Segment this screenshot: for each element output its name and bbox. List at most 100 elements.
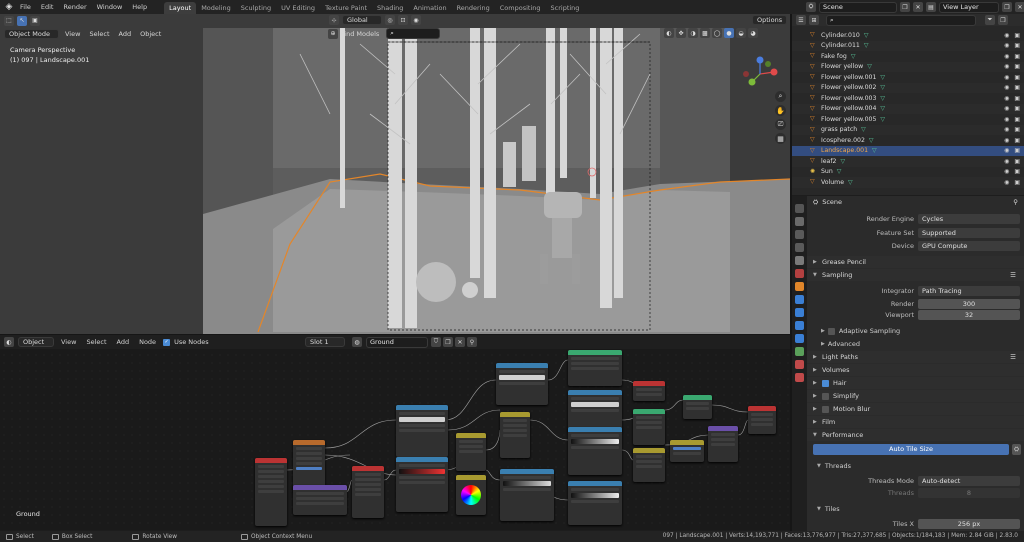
outliner-row[interactable]: ▽ Flower yellow.005 ▽ ◉ ▣ [792, 114, 1024, 125]
render-camera-icon[interactable]: ▣ [1014, 84, 1020, 91]
node-editor-type-icon[interactable]: ◐ [4, 337, 14, 347]
outliner-type-icon[interactable]: ☰ [796, 15, 806, 25]
scene-icon[interactable]: ⛭ [806, 2, 816, 12]
shading-rendered-icon[interactable]: ◕ [748, 28, 758, 38]
filter-icon[interactable]: ⏷ [985, 15, 995, 25]
outliner-row[interactable]: ▽ Fake fog ▽ ◉ ▣ [792, 51, 1024, 62]
render-camera-icon[interactable]: ▣ [1014, 168, 1020, 175]
texture-tab-icon[interactable] [795, 373, 804, 382]
visibility-eye-icon[interactable]: ◉ [1004, 105, 1009, 112]
pin-icon[interactable]: ⚲ [467, 337, 477, 347]
threads-mode-dropdown[interactable]: Auto-detect [918, 476, 1020, 486]
outliner-row[interactable]: ▽ Flower yellow.001 ▽ ◉ ▣ [792, 72, 1024, 83]
new-collection-icon[interactable]: ❐ [998, 15, 1008, 25]
visibility-icon[interactable]: ◐ [664, 28, 674, 38]
view-layer-tab-icon[interactable] [795, 243, 804, 252]
render-camera-icon[interactable]: ▣ [1014, 53, 1020, 60]
panel-motion-blur[interactable]: ▶ Motion Blur [807, 403, 1024, 415]
unlink-material-icon[interactable]: ✕ [455, 337, 465, 347]
viewport-menu-add[interactable]: Add [116, 30, 135, 38]
render-camera-icon[interactable]: ▣ [1014, 95, 1020, 102]
menu-window[interactable]: Window [92, 0, 128, 14]
visibility-eye-icon[interactable]: ◉ [1004, 137, 1009, 144]
viewport-menu-select[interactable]: Select [86, 30, 112, 38]
viewport-menu-view[interactable]: View [62, 30, 83, 38]
viewport-samples-field[interactable]: 32 [918, 310, 1020, 320]
output-tab-icon[interactable] [795, 230, 804, 239]
outliner-row-selected[interactable]: ▽ Landscape.001 ▽ ◉ ▣ [792, 145, 1024, 156]
render-camera-icon[interactable]: ▣ [1014, 105, 1020, 112]
panel-performance[interactable]: ▼ Performance [807, 429, 1024, 441]
render-camera-icon[interactable]: ▣ [1014, 137, 1020, 144]
tiles-x-field[interactable]: 256 px [918, 519, 1020, 529]
outliner-row[interactable]: ▽ Flower yellow.002 ▽ ◉ ▣ [792, 82, 1024, 93]
outliner-row[interactable]: ▽ Flower yellow.004 ▽ ◉ ▣ [792, 103, 1024, 114]
material-tab-icon[interactable] [795, 360, 804, 369]
render-camera-icon[interactable]: ▣ [1014, 32, 1020, 39]
node-color-wheel[interactable] [456, 475, 486, 515]
visibility-eye-icon[interactable]: ◉ [1004, 42, 1009, 49]
proportional-edit-icon[interactable]: ◉ [411, 15, 421, 25]
scene-tab-icon[interactable] [795, 256, 804, 265]
modifier-icon[interactable]: ▽ [880, 84, 885, 91]
node-menu-select[interactable]: Select [83, 338, 109, 346]
menu-help[interactable]: Help [127, 0, 152, 14]
modifier-icon[interactable]: ▽ [867, 63, 872, 70]
use-nodes-checkbox[interactable]: ✓ [163, 338, 171, 346]
render-camera-icon[interactable]: ▣ [1014, 116, 1020, 123]
node-color-ramp-4[interactable] [500, 469, 554, 521]
node-color-ramp-5[interactable] [568, 390, 622, 432]
outliner-row[interactable]: ▽ Cylinder.011 ▽ ◉ ▣ [792, 40, 1024, 51]
modifier-icon[interactable]: ▽ [880, 95, 885, 102]
modifier-icon[interactable]: ▽ [864, 32, 869, 39]
node-menu-view[interactable]: View [58, 338, 79, 346]
perspective-toggle-icon[interactable]: ▦ [775, 133, 786, 144]
tab-rendering[interactable]: Rendering [452, 2, 495, 14]
node-material-output[interactable] [748, 406, 776, 434]
tool-tab-icon[interactable] [795, 204, 804, 213]
render-camera-icon[interactable]: ▣ [1014, 42, 1020, 49]
menu-edit[interactable]: Edit [36, 0, 59, 14]
tab-layout[interactable]: Layout [164, 1, 197, 14]
outliner-row[interactable]: ▽ Flower yellow ▽ ◉ ▣ [792, 61, 1024, 72]
panel-light-paths[interactable]: ▶ Light Paths ☰ [807, 351, 1024, 363]
node-color-ramp-7[interactable] [568, 481, 622, 525]
render-camera-icon[interactable]: ▣ [1014, 74, 1020, 81]
modifier-icon[interactable]: ▽ [848, 179, 853, 186]
modifier-icon[interactable]: ▽ [869, 137, 874, 144]
visibility-eye-icon[interactable]: ◉ [1004, 168, 1009, 175]
shading-wireframe-icon[interactable]: ◯ [712, 28, 722, 38]
modifier-icon[interactable]: ▽ [837, 168, 842, 175]
node-add-shader[interactable] [683, 395, 712, 419]
node-principled-bsdf[interactable] [568, 350, 622, 386]
outliner-row[interactable]: ▽ leaf2 ▽ ◉ ▣ [792, 156, 1024, 167]
particles-tab-icon[interactable] [795, 308, 804, 317]
node-vector-math[interactable] [293, 485, 347, 515]
new-view-layer-icon[interactable]: ❐ [1002, 2, 1012, 12]
modifier-tab-icon[interactable] [795, 295, 804, 304]
select-tool-icon[interactable]: ↖ [17, 15, 27, 26]
panel-grease-pencil[interactable]: ▶ Grease Pencil [807, 256, 1024, 268]
tab-texture-paint[interactable]: Texture Paint [320, 2, 372, 14]
tab-modeling[interactable]: Modeling [196, 2, 236, 14]
transform-orientation-dropdown[interactable]: Global [342, 15, 382, 25]
tab-uv-editing[interactable]: UV Editing [276, 2, 320, 14]
node-color-ramp-3[interactable] [496, 363, 548, 405]
render-tab-icon[interactable] [795, 217, 804, 226]
tab-animation[interactable]: Animation [408, 2, 451, 14]
hair-checkbox[interactable] [822, 379, 829, 387]
visibility-eye-icon[interactable]: ◉ [1004, 116, 1009, 123]
modifier-icon[interactable]: ▽ [864, 42, 869, 49]
tab-sculpting[interactable]: Sculpting [236, 2, 276, 14]
feature-set-dropdown[interactable]: Supported [918, 228, 1020, 238]
outliner-row[interactable]: ▽ grass patch ▽ ◉ ▣ [792, 124, 1024, 135]
modifier-icon[interactable]: ▽ [861, 126, 866, 133]
delete-view-layer-icon[interactable]: ✕ [1015, 2, 1024, 12]
pivot-icon[interactable]: ◎ [385, 15, 395, 25]
auto-tile-settings-icon[interactable]: ⛭ [1012, 444, 1021, 455]
pan-hand-icon[interactable]: ✋ [775, 105, 786, 116]
menu-file[interactable]: File [15, 0, 36, 14]
node-mix-rgb-2[interactable] [500, 412, 530, 458]
panel-adaptive-sampling[interactable]: ▶ Adaptive Sampling [807, 325, 1024, 337]
options-dropdown[interactable]: Options [752, 15, 788, 25]
